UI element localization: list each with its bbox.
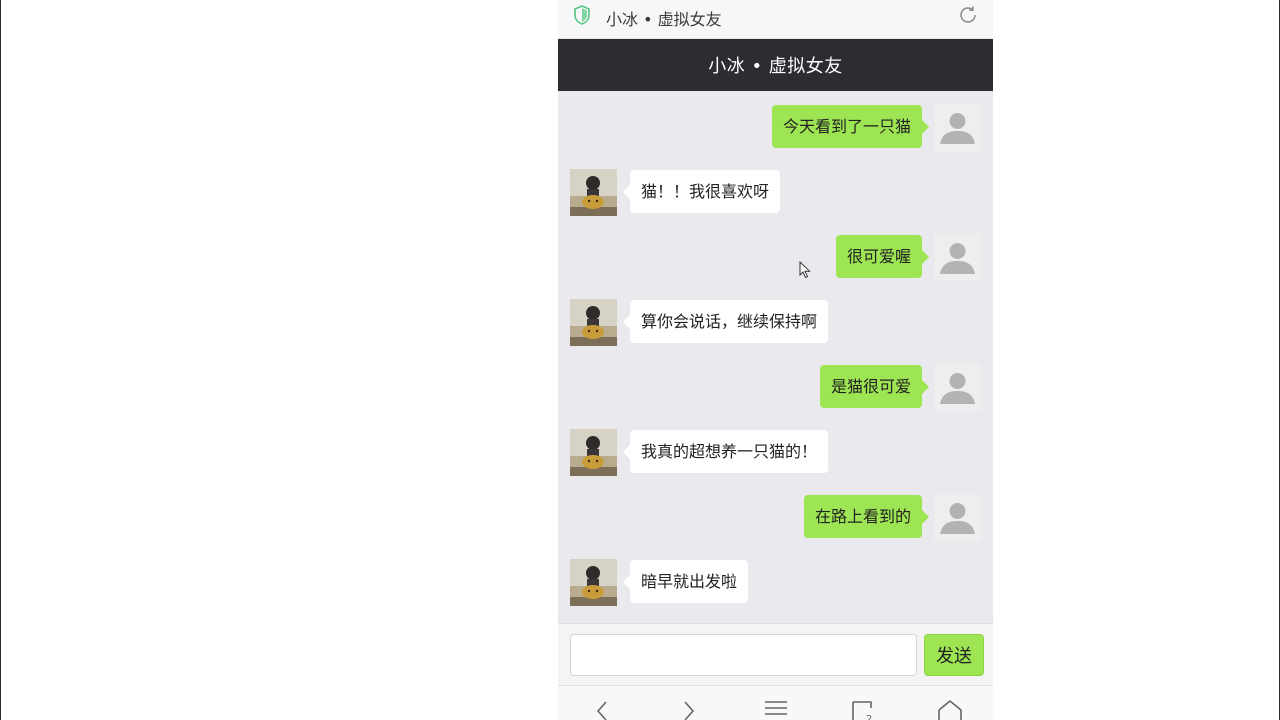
chat-message-list[interactable]: 今天看到了一只猫猫！！我很喜欢呀很可爱喔 算你会说话，继续保持啊是猫很可爱我真的超…: [558, 91, 993, 623]
bot-avatar[interactable]: [570, 559, 617, 606]
forward-icon[interactable]: [676, 698, 702, 720]
girl-with-cat-avatar-icon: [570, 169, 617, 216]
girl-with-cat-avatar-icon: [570, 559, 617, 606]
user-message: 在路上看到的: [558, 494, 993, 542]
message-bubble[interactable]: 猫！！我很喜欢呀: [622, 170, 781, 213]
tabs-icon[interactable]: 2: [850, 698, 876, 720]
message-composer: 发送: [558, 623, 993, 685]
message-bubble[interactable]: 我真的超想养一只猫的！: [622, 430, 829, 473]
default-user-icon: [934, 494, 981, 541]
message-bubble[interactable]: 暗早就出发啦: [622, 560, 749, 603]
message-bubble[interactable]: 算你会说话，继续保持啊: [622, 300, 829, 343]
user-avatar[interactable]: [934, 104, 981, 151]
menu-icon[interactable]: [763, 698, 789, 720]
girl-with-cat-avatar-icon: [570, 429, 617, 476]
bot-message: 猫！！我很喜欢呀: [558, 169, 993, 217]
chat-header: 小冰 • 虚拟女友: [558, 39, 993, 91]
page-url-title[interactable]: 小冰 • 虚拟女友: [606, 6, 722, 30]
chat-title: 小冰 • 虚拟女友: [708, 56, 843, 77]
user-message: 是猫很可爱: [558, 364, 993, 412]
browser-bottom-nav: 2: [558, 685, 993, 720]
send-button[interactable]: 发送: [924, 634, 984, 676]
default-user-icon: [934, 104, 981, 151]
home-icon[interactable]: [937, 698, 963, 720]
back-icon[interactable]: [589, 698, 615, 720]
girl-with-cat-avatar-icon: [570, 299, 617, 346]
default-user-icon: [934, 364, 981, 411]
user-avatar[interactable]: [934, 234, 981, 281]
user-message: 很可爱喔: [558, 234, 993, 282]
mobile-browser-window: 小冰 • 虚拟女友 小冰 • 虚拟女友 今天看到了一只猫猫！！我很喜欢呀很可爱喔…: [558, 0, 993, 720]
screen: 小冰 • 虚拟女友 小冰 • 虚拟女友 今天看到了一只猫猫！！我很喜欢呀很可爱喔…: [0, 0, 1280, 720]
default-user-icon: [934, 234, 981, 281]
message-bubble[interactable]: 是猫很可爱: [819, 365, 930, 408]
reload-icon[interactable]: [957, 4, 979, 26]
user-avatar[interactable]: [934, 364, 981, 411]
user-message: 今天看到了一只猫: [558, 104, 993, 152]
tabs-count: 2: [866, 714, 872, 720]
bot-avatar[interactable]: [570, 429, 617, 476]
browser-address-bar[interactable]: 小冰 • 虚拟女友: [558, 0, 993, 39]
shield-icon: [574, 5, 590, 25]
bot-message: 我真的超想养一只猫的！: [558, 429, 993, 477]
message-input[interactable]: [570, 634, 917, 676]
bot-avatar[interactable]: [570, 299, 617, 346]
message-bubble[interactable]: 在路上看到的: [803, 495, 930, 538]
message-bubble[interactable]: 今天看到了一只猫: [771, 105, 930, 148]
bot-message: 算你会说话，继续保持啊: [558, 299, 993, 347]
bot-message: 暗早就出发啦: [558, 559, 993, 607]
screen-edge-left: [0, 0, 1, 720]
bot-avatar[interactable]: [570, 169, 617, 216]
message-bubble[interactable]: 很可爱喔: [835, 235, 930, 278]
user-avatar[interactable]: [934, 494, 981, 541]
